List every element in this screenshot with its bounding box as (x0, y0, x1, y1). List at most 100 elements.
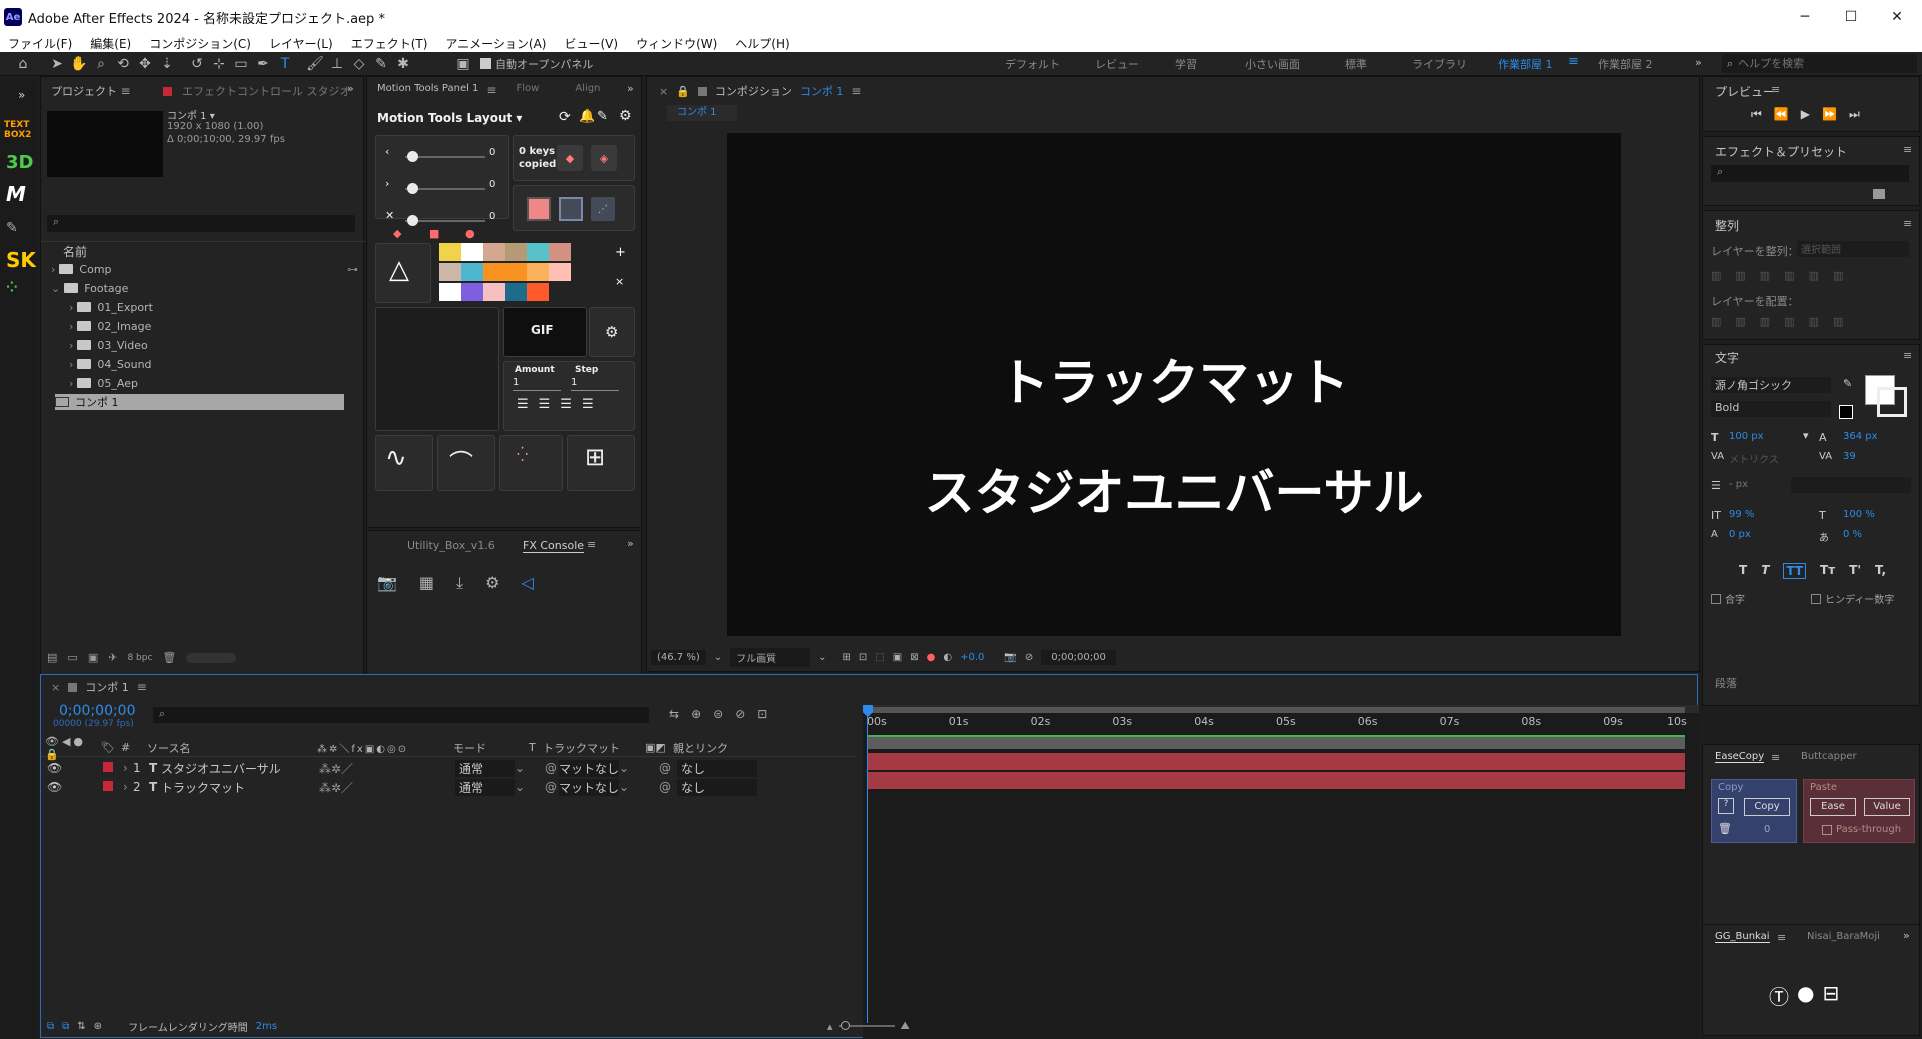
shy-icon[interactable]: ⊜ (713, 707, 723, 721)
color-swatch[interactable] (527, 243, 549, 261)
effect-controls-tab[interactable]: エフェクトコントロール スタジオ (163, 83, 351, 99)
parent-pickwhip-icon[interactable]: @ (659, 761, 677, 775)
bpc-label[interactable]: 8 bpc (127, 653, 152, 663)
track-matte-dropdown[interactable]: マットなし (559, 778, 619, 796)
align-buttons[interactable]: ▥▥▥▥▥▥ (1711, 269, 1857, 282)
playhead[interactable] (867, 705, 868, 1023)
workspace-standard[interactable]: 標準 (1345, 56, 1367, 72)
composition-mini-flowchart-icon[interactable]: ⇆ (669, 707, 679, 721)
image-icon[interactable]: ▦ (419, 573, 434, 593)
expand-icon[interactable]: » (18, 88, 25, 102)
effects-search[interactable]: ⌕ (1711, 165, 1909, 182)
pass-through-checkbox[interactable]: Pass-through (1822, 824, 1901, 835)
gif-settings-icon[interactable]: ⚙ (605, 323, 618, 341)
canvas-text-trackmatte[interactable]: トラックマット (727, 343, 1621, 415)
zoom-slider[interactable]: ▴ ⛰ (827, 1019, 910, 1033)
align-buttons[interactable]: ☰☰☰☰ (517, 397, 604, 412)
work-area-range[interactable] (867, 707, 1685, 713)
maximize-button[interactable]: ☐ (1828, 0, 1874, 34)
tsume-value[interactable]: 0 % (1843, 529, 1862, 540)
project-item-sound[interactable]: › 04_Sound (69, 356, 399, 372)
settings-icon[interactable]: ⚙ (485, 573, 499, 593)
render-icon[interactable]: ✈ (108, 651, 117, 664)
keyframe-square-icon[interactable]: ■ (429, 227, 439, 240)
type-tool-icon[interactable]: T (274, 53, 296, 75)
tab-motion-tools[interactable]: Motion Tools Panel 1 (377, 83, 478, 97)
tracking-value[interactable]: 39 (1843, 451, 1856, 462)
visibility-icon[interactable]: 👁 (47, 780, 103, 794)
help-button[interactable]: ? (1718, 798, 1734, 814)
close-tab-icon[interactable]: × (659, 85, 668, 98)
chevron-down-icon[interactable]: ⌄ (51, 282, 60, 295)
composition-menu-icon[interactable]: ≡ (851, 84, 861, 98)
project-menu-icon[interactable]: ≡ (121, 84, 131, 98)
chevron-right-icon[interactable]: › (123, 780, 133, 794)
color-swatch[interactable] (505, 243, 527, 261)
kerning-value[interactable]: メトリクス (1729, 451, 1779, 466)
next-frame-icon[interactable]: ⏩ (1822, 107, 1837, 122)
color-swatch[interactable] (439, 243, 461, 261)
time-ruler[interactable]: 00s 01s 02s 03s 04s 05s 06s 07s 08s 09s 10s (863, 715, 1699, 731)
color-swatch[interactable] (505, 283, 527, 301)
visibility-icon[interactable]: 👁 (47, 761, 103, 775)
pen-tool-icon[interactable]: ✒ (252, 53, 274, 75)
grid-layout-icon[interactable]: ⊞ (585, 443, 605, 471)
comp-breadcrumb[interactable]: コンポ 1 (667, 105, 737, 121)
layer-switches-toggle-icon[interactable]: ⧉ (47, 1021, 54, 1032)
chevron-right-icon[interactable]: › (69, 320, 73, 333)
baseline-value[interactable]: 0 px (1729, 529, 1751, 540)
project-item-footage[interactable]: ⌄ Footage (51, 280, 381, 296)
menu-file[interactable]: ファイル(F) (8, 35, 72, 52)
clone-stamp-icon[interactable]: ⊥ (326, 53, 348, 75)
mask-toggle-icon[interactable]: ⬚ (875, 652, 884, 663)
color-swatch[interactable] (505, 263, 527, 281)
stretch-icon[interactable]: ⊛ (94, 1021, 102, 1032)
font-size-value[interactable]: 100 px (1729, 431, 1764, 442)
refresh-icon[interactable]: ⟳ (559, 109, 571, 125)
workspace-libraries[interactable]: ライブラリ (1412, 56, 1467, 72)
project-item-export[interactable]: › 01_Export (69, 299, 399, 315)
download-icon[interactable]: ⤓ (456, 573, 463, 593)
menu-animation[interactable]: アニメーション(A) (445, 35, 546, 52)
chevron-right-icon[interactable]: › (69, 301, 73, 314)
panel-overflow-icon[interactable]: » (627, 82, 634, 95)
layer-label-color[interactable] (103, 762, 113, 772)
gif-button[interactable]: GIF (531, 323, 554, 337)
workspace-small-screen[interactable]: 小さい画面 (1245, 56, 1300, 72)
new-preset-icon[interactable] (1873, 189, 1885, 199)
character-menu-icon[interactable]: ≡ (1903, 349, 1912, 362)
menu-help[interactable]: ヘルプ(H) (735, 35, 789, 52)
project-search[interactable]: ⌕ (47, 215, 355, 232)
new-comp-icon[interactable]: ▣ (88, 651, 98, 664)
sk-icon[interactable]: SK (6, 248, 36, 272)
color-swatch[interactable] (483, 263, 505, 281)
workspace-room2[interactable]: 作業部屋 2 (1598, 56, 1653, 72)
help-search[interactable]: ⌕ (1722, 54, 1917, 73)
layer-duration-bar[interactable] (867, 772, 1685, 789)
faux-italic-button[interactable]: T (1761, 563, 1769, 579)
ligature-checkbox[interactable]: 合字 (1711, 591, 1745, 606)
layer-duration-bar[interactable] (867, 753, 1685, 770)
easecopy-menu-icon[interactable]: ≡ (1771, 751, 1780, 764)
chevron-right-icon[interactable]: › (69, 358, 73, 371)
graph-editor-icon[interactable]: ⊡ (757, 707, 767, 721)
zoom-out-icon[interactable]: ▴ (827, 1020, 833, 1033)
draft-3d-icon[interactable]: ⊕ (691, 707, 701, 721)
remove-color-icon[interactable]: × (615, 275, 624, 288)
composition-canvas[interactable]: トラックマット スタジオユニバーサル (727, 133, 1621, 636)
copy-keys-button[interactable]: ◆ (557, 145, 583, 171)
stroke-width-value[interactable]: - px (1729, 479, 1748, 490)
matte-pickwhip-icon[interactable]: @ (545, 780, 559, 794)
column-name[interactable]: 名前 (63, 243, 87, 260)
distribute-buttons[interactable]: ▥▥▥▥▥▥ (1711, 315, 1857, 328)
small-caps-button[interactable]: Tт (1820, 563, 1835, 579)
tab-align[interactable]: Align (575, 83, 600, 97)
project-item-image[interactable]: › 02_Image (69, 318, 399, 334)
wiggle-icon[interactable]: ∿ (385, 443, 407, 473)
triangle-icon[interactable]: △ (389, 255, 409, 285)
gear-icon[interactable]: ⚙ (619, 108, 632, 124)
subscript-button[interactable]: T, (1875, 563, 1886, 579)
motion-tools-menu-icon[interactable]: ≡ (486, 83, 496, 97)
transfer-controls-icon[interactable]: ⧉ (62, 1021, 69, 1032)
parent-dropdown[interactable]: なし (677, 759, 757, 777)
